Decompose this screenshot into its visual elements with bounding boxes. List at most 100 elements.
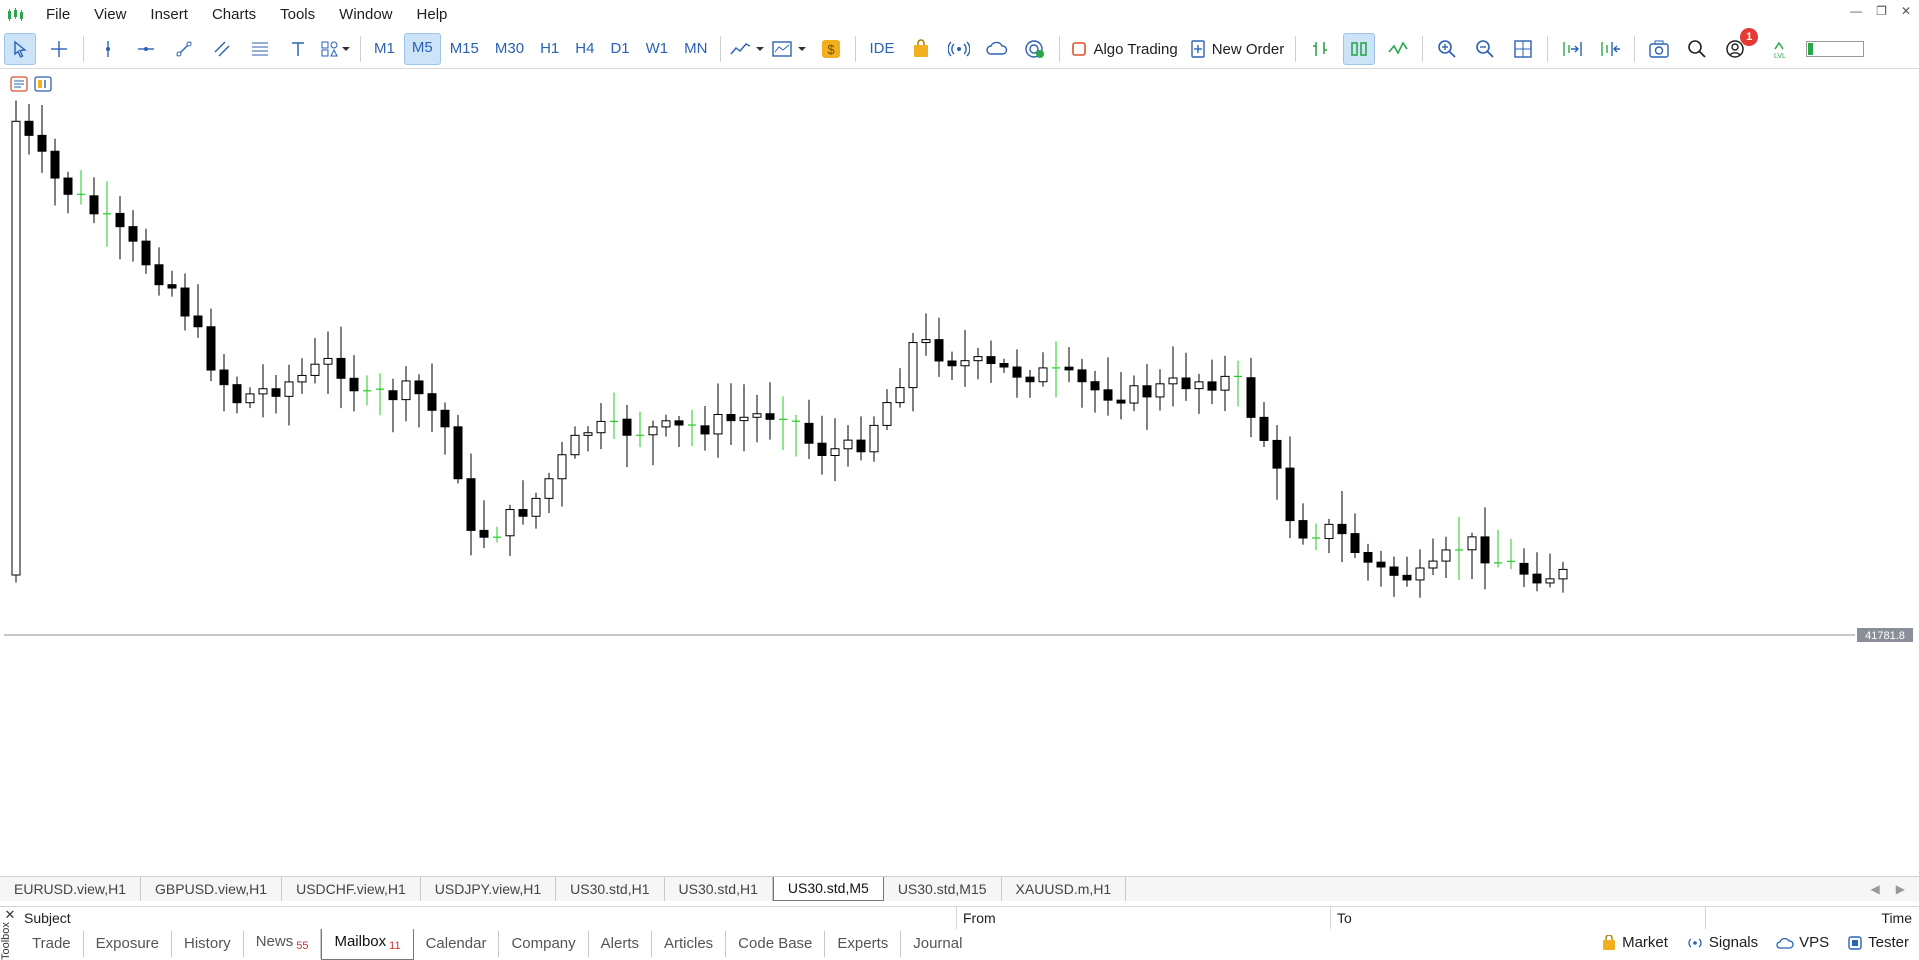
- new-order-icon: [1191, 40, 1205, 58]
- new-order-button[interactable]: New Order: [1184, 34, 1291, 64]
- market-shortcut[interactable]: Market: [1601, 934, 1668, 951]
- network-icon[interactable]: [1020, 34, 1050, 64]
- toolbox-tab-label: Trade: [32, 935, 71, 952]
- column-to[interactable]: To: [1330, 907, 1352, 929]
- menu-insert[interactable]: Insert: [138, 0, 200, 30]
- candle: [1220, 355, 1230, 412]
- menu-tools[interactable]: Tools: [268, 0, 327, 30]
- notifications-button[interactable]: 1: [1720, 28, 1759, 64]
- search-icon[interactable]: [1682, 34, 1712, 64]
- chart-tab-gbpusd-h1[interactable]: GBPUSD.view,H1: [141, 877, 283, 901]
- toolbox-tab-history[interactable]: History: [172, 931, 244, 957]
- chart-tab-xauusd-h1[interactable]: XAUUSD.m,H1: [1002, 877, 1127, 901]
- toolbox-tab-alerts[interactable]: Alerts: [589, 931, 652, 957]
- chart-tab-eurusd-h1[interactable]: EURUSD.view,H1: [0, 877, 142, 901]
- trendline-icon[interactable]: [169, 34, 199, 64]
- menu-help[interactable]: Help: [405, 0, 460, 30]
- trade-history-icon[interactable]: [10, 76, 28, 95]
- chart-tab-usdjpy-h1[interactable]: USDJPY.view,H1: [421, 877, 557, 901]
- text-tool-icon[interactable]: [283, 34, 313, 64]
- tab-scroll-left-icon[interactable]: ◀: [1871, 877, 1880, 901]
- timeframe-mn[interactable]: MN: [677, 34, 714, 64]
- signals-shortcut[interactable]: Signals: [1686, 934, 1758, 951]
- candle: [596, 403, 606, 450]
- candle: [1207, 359, 1217, 405]
- menu-window[interactable]: Window: [327, 0, 404, 30]
- menu-file[interactable]: File: [34, 0, 82, 30]
- vertical-line-icon[interactable]: [93, 34, 123, 64]
- menu-bar: File View Insert Charts Tools Window Hel…: [0, 0, 1919, 30]
- dollar-coin-icon[interactable]: $: [816, 34, 846, 64]
- toolbox-tab-news[interactable]: News 55: [244, 929, 322, 959]
- toolbox-tab-code-base[interactable]: Code Base: [726, 931, 826, 957]
- level-icon[interactable]: LVL: [1768, 34, 1798, 64]
- tab-scroll-right-icon[interactable]: ▶: [1896, 877, 1905, 901]
- toolbox-tab-trade[interactable]: Trade: [20, 931, 84, 957]
- chart-tab-us30-m15[interactable]: US30.std,M15: [884, 877, 1002, 901]
- timeframe-m15[interactable]: M15: [443, 34, 486, 64]
- ide-button[interactable]: IDE: [862, 34, 901, 64]
- horizontal-line-icon[interactable]: [131, 34, 161, 64]
- column-time[interactable]: Time: [1705, 907, 1918, 929]
- zoom-in-icon[interactable]: [1432, 34, 1462, 64]
- channel-icon[interactable]: [207, 34, 237, 64]
- timeframe-m30[interactable]: M30: [488, 34, 531, 64]
- indicators-icon[interactable]: [730, 34, 765, 64]
- column-subject[interactable]: Subject: [18, 907, 71, 929]
- tester-shortcut[interactable]: Tester: [1847, 934, 1909, 951]
- algo-trading-button[interactable]: Algo Trading: [1065, 34, 1183, 64]
- chart-tab-us30-h1-second[interactable]: US30.std,H1: [665, 877, 773, 901]
- timeframe-h4[interactable]: H4: [568, 34, 601, 64]
- vps-cloud-icon[interactable]: [982, 34, 1012, 64]
- signals-icon[interactable]: [944, 34, 974, 64]
- candle: [24, 103, 34, 155]
- timeframe-m5[interactable]: M5: [403, 33, 441, 65]
- timeframe-h1[interactable]: H1: [533, 34, 566, 64]
- market-bag-icon[interactable]: [906, 34, 936, 64]
- column-from[interactable]: From: [956, 907, 996, 929]
- data-window-icon[interactable]: [34, 76, 52, 95]
- candle: [493, 526, 501, 543]
- tester-icon: [1848, 935, 1862, 950]
- close-icon[interactable]: ✕: [1901, 4, 1911, 18]
- line-chart-icon[interactable]: [1383, 34, 1413, 64]
- templates-icon[interactable]: [772, 34, 808, 64]
- candle: [1090, 370, 1100, 413]
- auto-scroll-icon[interactable]: [1557, 34, 1587, 64]
- vps-shortcut[interactable]: VPS: [1776, 934, 1829, 951]
- candle: [1052, 341, 1060, 398]
- candle: [661, 414, 671, 437]
- cursor-icon[interactable]: [4, 33, 36, 65]
- bar-chart-icon[interactable]: [1305, 34, 1335, 64]
- price-chart[interactable]: 41781.8: [4, 70, 1915, 876]
- mailbox-table-header: Subject From To Time: [0, 906, 1919, 929]
- timeframe-m1[interactable]: M1: [367, 34, 402, 64]
- menu-view[interactable]: View: [82, 0, 138, 30]
- toolbox-tab-experts[interactable]: Experts: [825, 931, 902, 957]
- market-label: Market: [1622, 934, 1668, 951]
- toolbox-tab-articles[interactable]: Articles: [652, 931, 727, 957]
- toolbox-tab-calendar[interactable]: Calendar: [414, 931, 500, 957]
- fibonacci-icon[interactable]: [245, 34, 275, 64]
- screenshot-icon[interactable]: [1644, 34, 1674, 64]
- chart-tab-us30-h1[interactable]: US30.std,H1: [556, 877, 665, 901]
- zoom-out-icon[interactable]: [1470, 34, 1500, 64]
- candle: [1467, 532, 1477, 580]
- toolbox-tab-exposure[interactable]: Exposure: [84, 931, 173, 957]
- minimize-icon[interactable]: —: [1850, 4, 1862, 18]
- crosshair-icon[interactable]: [44, 34, 74, 64]
- grid-icon[interactable]: [1508, 34, 1538, 64]
- shapes-icon[interactable]: [321, 34, 351, 64]
- toolbox-tab-company[interactable]: Company: [499, 931, 589, 957]
- timeframe-w1[interactable]: W1: [639, 34, 676, 64]
- toolbox-tab-journal[interactable]: Journal: [901, 931, 974, 957]
- restore-icon[interactable]: ❐: [1876, 4, 1887, 18]
- timeframe-d1[interactable]: D1: [603, 34, 636, 64]
- chart-shift-icon[interactable]: [1595, 34, 1625, 64]
- chart-tab-usdchf-h1[interactable]: USDCHF.view,H1: [282, 877, 421, 901]
- toolbox-tab-mailbox[interactable]: Mailbox 11: [321, 928, 414, 960]
- candlestick-chart-icon[interactable]: [1343, 33, 1376, 65]
- menu-charts[interactable]: Charts: [200, 0, 268, 30]
- chart-tab-us30-m5[interactable]: US30.std,M5: [772, 877, 884, 901]
- candle: [1441, 536, 1451, 579]
